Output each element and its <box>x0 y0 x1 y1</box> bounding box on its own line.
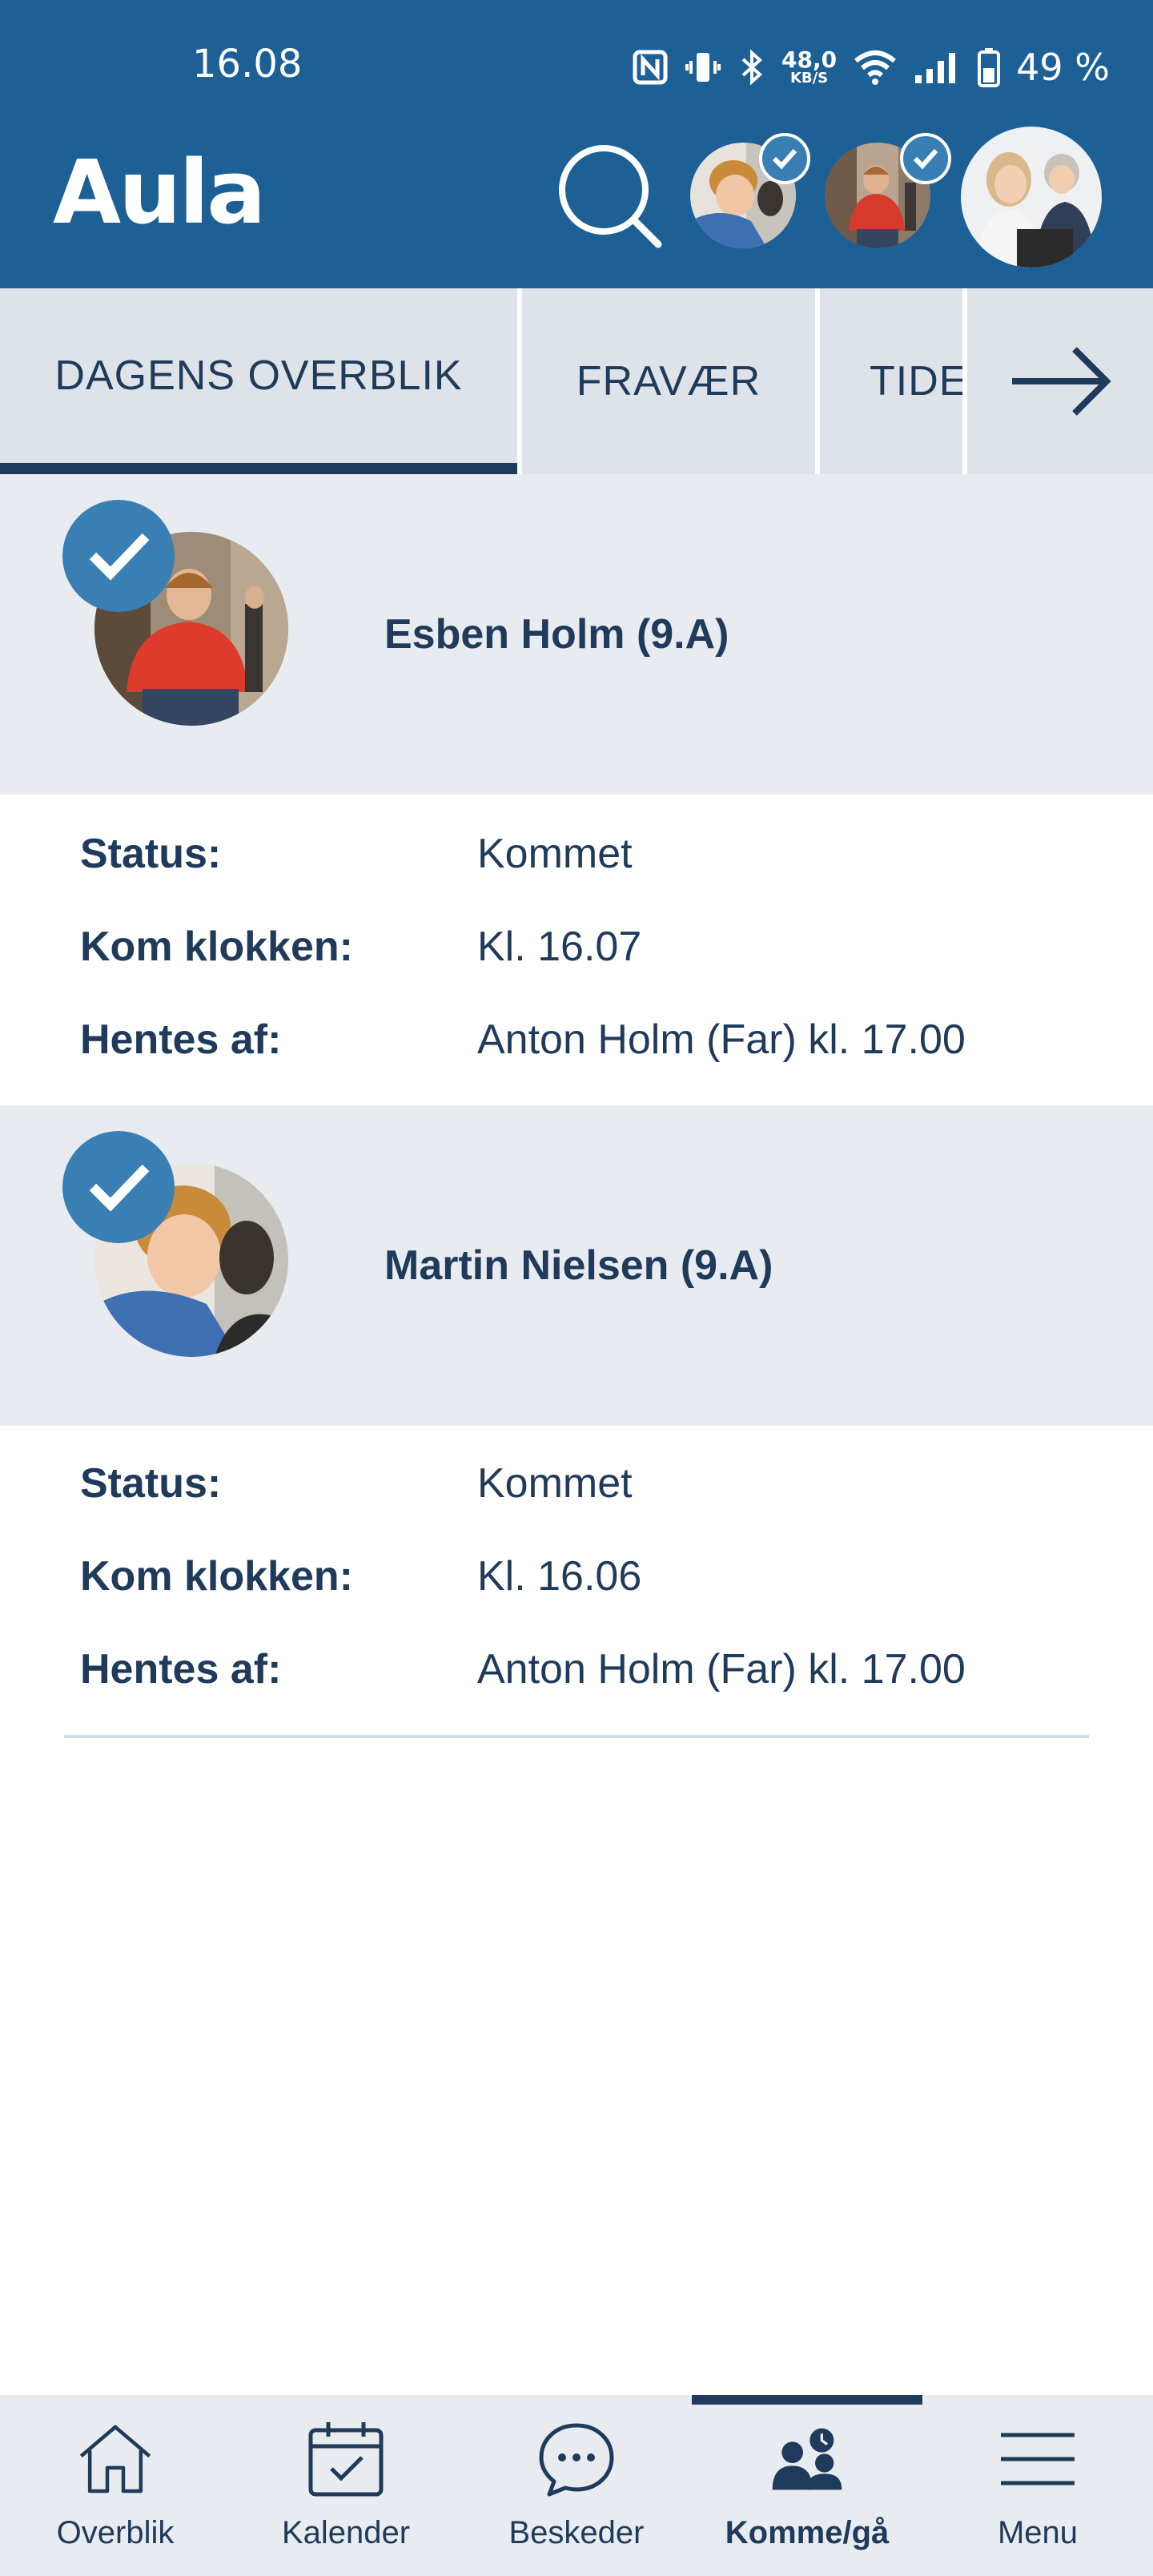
signal-icon <box>914 45 962 90</box>
check-icon <box>62 1131 175 1243</box>
bluetooth-icon <box>738 45 765 90</box>
detail-value: Kl. 16.07 <box>477 924 642 970</box>
selected-check-icon <box>759 133 810 184</box>
check-icon <box>62 500 175 612</box>
tab-label: DAGENS OVERBLIK <box>54 352 463 399</box>
detail-value: Kommet <box>477 831 633 877</box>
child-details: Status: Kommet Kom klokken: Kl. 16.07 He… <box>0 795 1153 1105</box>
nav-beskeder[interactable]: Beskeder <box>461 2395 692 2576</box>
nav-label: Kalender <box>281 2515 411 2550</box>
tab-label: TIDE <box>870 358 962 405</box>
search-button[interactable] <box>552 140 665 252</box>
child-card-header[interactable]: Martin Nielsen (9.A) <box>0 1105 1153 1426</box>
detail-label: Status: <box>80 831 222 877</box>
detail-value: Anton Holm (Far) kl. 17.00 <box>477 1016 966 1063</box>
tab-tider[interactable]: TIDE <box>820 288 962 474</box>
chat-icon <box>536 2419 617 2499</box>
people-clock-icon <box>767 2419 847 2499</box>
vibrate-icon <box>684 45 722 90</box>
nav-active-indicator <box>692 2395 922 2405</box>
detail-value: Anton Holm (Far) kl. 17.00 <box>477 1646 966 1693</box>
detail-label: Kom klokken: <box>80 924 353 970</box>
detail-label: Status: <box>80 1460 222 1507</box>
nav-menu[interactable]: Menu <box>922 2395 1153 2576</box>
detail-label: Hentes af: <box>80 1016 282 1063</box>
app-header: 16.08 48,0 KB/S 49 % Aula <box>0 0 1153 288</box>
tab-label: FRAVÆR <box>576 358 761 405</box>
calendar-icon <box>306 2419 386 2499</box>
battery-icon <box>978 45 1001 90</box>
detail-row-arrival: Kom klokken: Kl. 16.06 <box>0 1536 1153 1616</box>
bottom-navigation: Overblik Kalender Beskeder Komme/gå Menu <box>0 2395 1153 2576</box>
detail-row-pickup: Hentes af: Anton Holm (Far) kl. 17.00 <box>0 1000 1153 1080</box>
detail-value: Kl. 16.06 <box>477 1553 642 1600</box>
profile-avatar-parent[interactable] <box>961 127 1102 268</box>
network-speed: 48,0 KB/S <box>781 46 838 87</box>
tab-scroll-right-button[interactable] <box>967 288 1153 474</box>
search-icon <box>559 145 662 248</box>
nav-label: Beskeder <box>508 2515 645 2550</box>
detail-label: Kom klokken: <box>80 1553 353 1600</box>
nav-overblik[interactable]: Overblik <box>0 2395 231 2576</box>
detail-row-arrival: Kom klokken: Kl. 16.07 <box>0 907 1153 987</box>
tab-dagens-overblik[interactable]: DAGENS OVERBLIK <box>0 288 517 474</box>
status-icons: 48,0 KB/S 49 % <box>633 45 1110 90</box>
tab-fravaer[interactable]: FRAVÆR <box>522 288 815 474</box>
detail-label: Hentes af: <box>80 1646 282 1693</box>
nav-label: Komme/gå <box>725 2515 890 2550</box>
child-details: Status: Kommet Kom klokken: Kl. 16.06 He… <box>0 1426 1153 1740</box>
menu-icon <box>998 2419 1078 2499</box>
detail-row-status: Status: Kommet <box>0 1443 1153 1523</box>
aula-logo: Aula <box>53 141 266 244</box>
battery-percent: 49 % <box>1016 46 1110 89</box>
divider <box>64 1735 1089 1738</box>
wifi-icon <box>853 45 898 90</box>
child-card-header[interactable]: Esben Holm (9.A) <box>0 474 1153 795</box>
home-icon <box>75 2419 155 2499</box>
child-name: Martin Nielsen (9.A) <box>384 1242 773 1289</box>
detail-row-status: Status: Kommet <box>0 814 1153 894</box>
detail-row-pickup: Hentes af: Anton Holm (Far) kl. 17.00 <box>0 1629 1153 1709</box>
nav-komme-ga[interactable]: Komme/gå <box>692 2395 922 2576</box>
nav-label: Overblik <box>56 2515 175 2550</box>
nav-label: Menu <box>997 2515 1079 2550</box>
arrow-right-icon <box>1012 347 1111 416</box>
nav-kalender[interactable]: Kalender <box>231 2395 461 2576</box>
status-time: 16.08 <box>192 42 303 87</box>
tab-bar: DAGENS OVERBLIK FRAVÆR TIDE <box>0 288 1153 474</box>
selected-check-icon <box>900 133 951 184</box>
child-name: Esben Holm (9.A) <box>384 611 729 658</box>
detail-value: Kommet <box>477 1460 633 1507</box>
nfc-icon <box>633 45 668 90</box>
